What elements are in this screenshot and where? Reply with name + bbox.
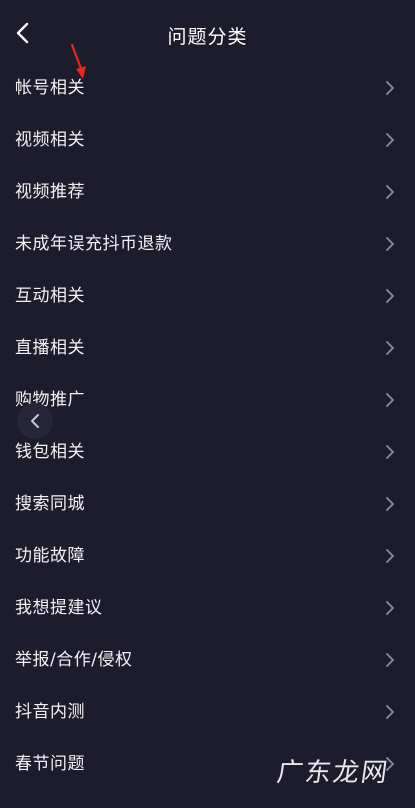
chevron-right-icon [386, 705, 394, 719]
category-item-malfunction[interactable]: 功能故障 [0, 530, 415, 582]
red-arrow-annotation [70, 43, 86, 79]
category-item-live[interactable]: 直播相关 [0, 322, 415, 374]
category-label: 视频相关 [15, 130, 85, 150]
chevron-right-icon [386, 601, 394, 615]
category-label: 未成年误充抖币退款 [15, 234, 173, 254]
chevron-right-icon [386, 653, 394, 667]
page-title: 问题分类 [167, 26, 248, 48]
category-label: 抖音内测 [15, 702, 85, 722]
category-item-report[interactable]: 举报/合作/侵权 [0, 634, 415, 686]
category-list: 帐号相关 视频相关 视频推荐 未成年误充抖币退款 互动相关 直播相关 购物推广 … [0, 62, 415, 790]
category-label: 搜索同城 [15, 494, 85, 514]
chevron-left-icon [31, 414, 39, 428]
chevron-right-icon [386, 289, 394, 303]
chevron-right-icon [386, 133, 394, 147]
category-label: 视频推荐 [15, 182, 85, 202]
category-label: 互动相关 [15, 286, 85, 306]
category-label: 功能故障 [15, 546, 85, 566]
top-bar: 问题分类 [0, 0, 415, 58]
category-item-search-local[interactable]: 搜索同城 [0, 478, 415, 530]
watermark-text: 广东龙网 [274, 758, 392, 788]
chevron-right-icon [386, 445, 394, 459]
category-item-beta[interactable]: 抖音内测 [0, 686, 415, 738]
category-label: 春节问题 [15, 754, 85, 774]
category-item-suggestion[interactable]: 我想提建议 [0, 582, 415, 634]
floating-back-button[interactable] [17, 403, 53, 439]
chevron-right-icon [386, 81, 394, 95]
category-item-interaction[interactable]: 互动相关 [0, 270, 415, 322]
category-item-minor-refund[interactable]: 未成年误充抖币退款 [0, 218, 415, 270]
category-label: 钱包相关 [15, 442, 85, 462]
category-label: 我想提建议 [15, 598, 103, 618]
category-item-video-recommend[interactable]: 视频推荐 [0, 166, 415, 218]
chevron-right-icon [386, 341, 394, 355]
category-label: 直播相关 [15, 338, 85, 358]
chevron-right-icon [386, 237, 394, 251]
category-item-shopping[interactable]: 购物推广 [0, 374, 415, 426]
chevron-right-icon [386, 185, 394, 199]
category-label: 举报/合作/侵权 [15, 650, 133, 670]
chevron-right-icon [386, 393, 394, 407]
chevron-right-icon [386, 497, 394, 511]
category-item-video[interactable]: 视频相关 [0, 114, 415, 166]
category-item-account[interactable]: 帐号相关 [0, 62, 415, 114]
category-item-wallet[interactable]: 钱包相关 [0, 426, 415, 478]
chevron-right-icon [386, 549, 394, 563]
